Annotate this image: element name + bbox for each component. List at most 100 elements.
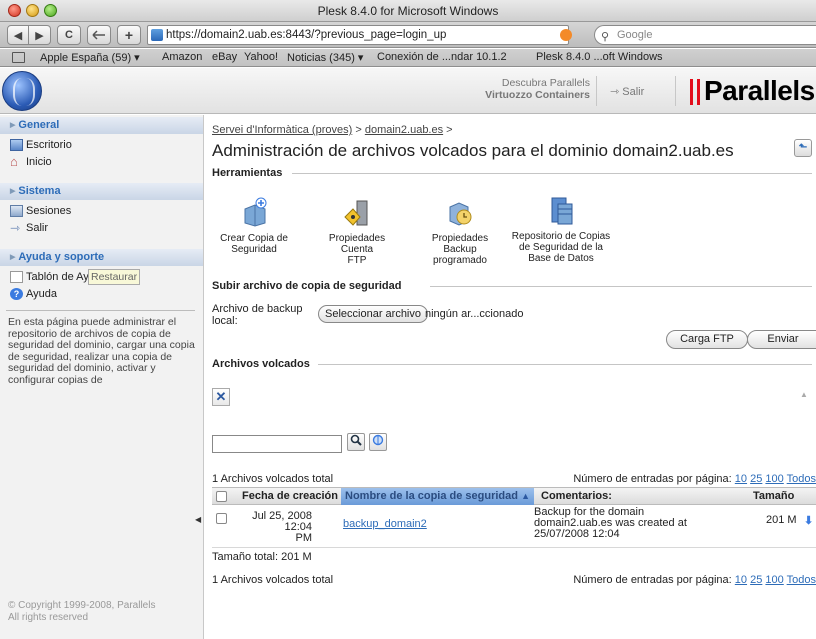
up-level-button[interactable]: ⬑ bbox=[794, 139, 812, 157]
row-date-line-2: PM bbox=[295, 532, 313, 544]
tools-section-title: Herramientas bbox=[212, 167, 283, 179]
logout-link[interactable]: ⇾ Salir bbox=[610, 85, 644, 98]
total-size: Tamaño total: 201 M bbox=[212, 551, 312, 563]
table-header: Fecha de creación Nombre de la copia de … bbox=[212, 487, 816, 505]
search-field[interactable]: ⚲ Google bbox=[594, 25, 816, 45]
dumps-section-title: Archivos volcados bbox=[212, 358, 310, 370]
breadcrumb-separator: > bbox=[355, 124, 362, 136]
bookmarks-book-icon[interactable] bbox=[12, 52, 25, 63]
promo-line-1: Descubra Parallels bbox=[501, 77, 590, 89]
breadcrumb: Servei d'Informàtica (proves) > domain2.… bbox=[212, 124, 453, 136]
breadcrumb-link-domain[interactable]: domain2.uab.es bbox=[365, 124, 443, 136]
tools-section-header: Herramientas bbox=[212, 167, 812, 179]
breadcrumb-link-servei[interactable]: Servei d'Informàtica (proves) bbox=[212, 124, 352, 136]
sidebar-item-salir[interactable]: ⇾ Salir bbox=[0, 220, 203, 237]
select-all-checkbox[interactable] bbox=[216, 491, 227, 502]
sidebar-item-escritorio[interactable]: Escritorio bbox=[0, 137, 203, 154]
promo-line-2: Virtuozzo Containers bbox=[485, 89, 590, 101]
tool-label: Propiedades Cuenta bbox=[328, 233, 386, 255]
scroll-up-icon[interactable]: ▲ bbox=[800, 390, 808, 399]
sidebar: General Escritorio ⌂ Inicio Sistema Sesi… bbox=[0, 115, 204, 639]
sidebar-help-text: En esta página puede administrar el repo… bbox=[8, 317, 195, 386]
sidebar-item-sesiones[interactable]: Sesiones bbox=[0, 203, 203, 220]
col-comments: Comentarios: bbox=[541, 490, 612, 502]
no-file-selected-text: ningún ar...ccionado bbox=[425, 308, 524, 320]
delete-selected-button[interactable]: ✕ bbox=[212, 388, 230, 406]
back-button[interactable]: ◀ bbox=[7, 25, 29, 45]
show-all-icon[interactable] bbox=[369, 433, 387, 451]
search-icon: ⚲ bbox=[601, 31, 610, 43]
sidebar-item-label: Ayuda bbox=[26, 288, 57, 300]
local-backup-label-line-2: local: bbox=[212, 315, 238, 327]
parallels-logo: Parallels bbox=[686, 75, 815, 107]
plesk-header: Descubra Parallels Virtuozzo Containers … bbox=[0, 68, 816, 114]
add-bookmark-button[interactable]: + bbox=[117, 25, 141, 45]
section-divider bbox=[430, 286, 812, 287]
sidebar-item-tablon[interactable]: Tablón de Ayuda Restaurar bbox=[0, 269, 203, 286]
sidebar-group-sistema[interactable]: Sistema bbox=[0, 183, 203, 200]
bookmarks-bar: Apple España (59) ▾ Amazon eBay Yahoo! N… bbox=[0, 49, 816, 67]
sidebar-group-ayuda[interactable]: Ayuda y soporte bbox=[0, 249, 203, 266]
ftp-properties-tool[interactable]: Propiedades Cuenta FTP bbox=[315, 197, 399, 266]
main-content: Servei d'Informàtica (proves) > domain2.… bbox=[205, 115, 816, 639]
per-page-selector-top: Número de entradas por página: 10 25 100… bbox=[573, 473, 816, 485]
per-page-100[interactable]: 100 bbox=[765, 574, 783, 586]
tool-label: Base de Datos bbox=[528, 253, 594, 264]
ftp-upload-button[interactable]: Carga FTP bbox=[666, 330, 748, 349]
sidebar-group-general[interactable]: General bbox=[0, 117, 203, 134]
bookmark-apple[interactable]: Apple España (59) ▾ bbox=[40, 51, 140, 64]
col-creation-date[interactable]: Fecha de creación bbox=[242, 488, 338, 505]
sidebar-item-label: Sesiones bbox=[26, 205, 72, 217]
help-icon: ? bbox=[10, 288, 23, 300]
rss-icon[interactable] bbox=[560, 29, 572, 41]
plesk-globe-logo bbox=[2, 71, 42, 111]
bookmark-plesk[interactable]: Plesk 8.4.0 ...oft Windows bbox=[536, 51, 663, 63]
per-page-25[interactable]: 25 bbox=[750, 473, 762, 485]
parallels-promo-link[interactable]: Descubra Parallels Virtuozzo Containers bbox=[440, 77, 590, 101]
bookmark-conexion[interactable]: Conexión de ...ndar 10.1.2 bbox=[377, 51, 507, 63]
create-backup-tool[interactable]: Crear Copia de Seguridad bbox=[219, 197, 289, 255]
col-backup-name-label: Nombre de la copia de seguridad bbox=[345, 490, 518, 502]
bookmark-amazon[interactable]: Amazon bbox=[162, 51, 202, 63]
bookmark-yahoo[interactable]: Yahoo! bbox=[244, 51, 278, 63]
per-page-label: Número de entradas por página: bbox=[573, 473, 732, 485]
copyright: © Copyright 1999-2008, Parallels All rig… bbox=[8, 600, 155, 624]
db-backup-repository-tool[interactable]: Repositorio de Copias de Seguridad de la… bbox=[509, 195, 613, 264]
dumps-total-top: 1 Archivos volcados total bbox=[212, 473, 334, 485]
bookmark-ebay[interactable]: eBay bbox=[212, 51, 237, 63]
row-checkbox[interactable] bbox=[216, 513, 227, 524]
send-button[interactable]: Enviar bbox=[747, 330, 816, 349]
per-page-label: Número de entradas por página: bbox=[573, 574, 732, 586]
per-page-10[interactable]: 10 bbox=[735, 574, 747, 586]
collapse-sidebar-icon[interactable]: ◀ bbox=[195, 515, 201, 524]
col-backup-name[interactable]: Nombre de la copia de seguridad ▲ bbox=[341, 488, 534, 505]
sidebar-item-label: Salir bbox=[26, 222, 49, 234]
download-icon[interactable]: ⬇ bbox=[804, 514, 813, 527]
per-page-10[interactable]: 10 bbox=[735, 473, 747, 485]
desktop-icon bbox=[10, 139, 23, 151]
choose-file-button[interactable]: Seleccionar archivo bbox=[318, 305, 428, 323]
sidebar-item-label: Escritorio bbox=[26, 139, 72, 151]
tool-label: de Seguridad de la bbox=[519, 242, 603, 253]
backup-file-link[interactable]: backup_domain2 bbox=[343, 518, 427, 530]
row-creation-date: Jul 25, 2008 12:04 PM bbox=[236, 511, 312, 544]
sidebar-item-inicio[interactable]: ⌂ Inicio bbox=[0, 154, 203, 171]
scheduled-backup-tool[interactable]: Propiedades Backup programado bbox=[415, 197, 505, 266]
help-desk-icon bbox=[10, 271, 23, 283]
col-size[interactable]: Tamaño bbox=[753, 488, 794, 505]
search-icon[interactable] bbox=[347, 433, 365, 451]
per-page-100[interactable]: 100 bbox=[765, 473, 783, 485]
snapback-icon[interactable] bbox=[87, 25, 111, 45]
address-bar[interactable]: https://domain2.uab.es:8443/?previous_pa… bbox=[147, 25, 569, 45]
search-input[interactable] bbox=[212, 435, 342, 453]
window-titlebar: Plesk 8.4.0 for Microsoft Windows bbox=[0, 0, 816, 22]
per-page-all[interactable]: Todos bbox=[787, 574, 816, 586]
bookmark-noticias[interactable]: Noticias (345) ▾ bbox=[287, 51, 363, 64]
per-page-all[interactable]: Todos bbox=[787, 473, 816, 485]
forward-button[interactable]: ▶ bbox=[29, 25, 51, 45]
row-comments: Backup for the domain domain2.uab.es was… bbox=[534, 507, 687, 540]
reload-button[interactable]: C bbox=[57, 25, 81, 45]
per-page-25[interactable]: 25 bbox=[750, 574, 762, 586]
tool-label: Crear Copia de bbox=[220, 233, 288, 244]
sidebar-item-ayuda[interactable]: ? Ayuda bbox=[0, 286, 203, 303]
